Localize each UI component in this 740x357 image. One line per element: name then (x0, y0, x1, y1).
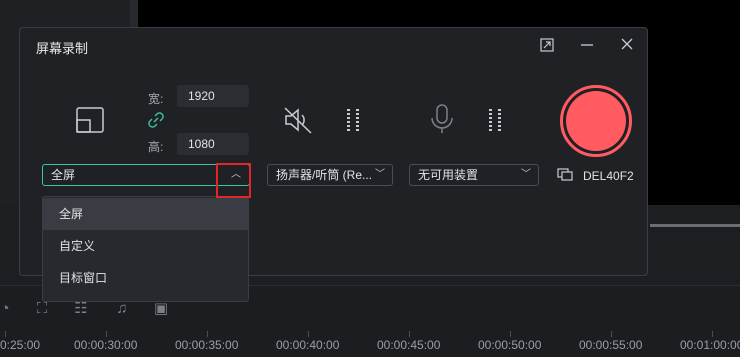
timecode-label: 0:25:00 (0, 338, 41, 352)
timecode-label: 00:01:00:00 (680, 338, 740, 352)
speaker-level-icon (347, 109, 359, 131)
close-icon[interactable] (617, 36, 637, 54)
chevron-down-icon[interactable]: ﹀ (521, 165, 531, 185)
height-input[interactable]: 1080 (177, 133, 249, 155)
progress-line (650, 224, 740, 227)
microphone-value: 无可用装置 (418, 168, 479, 182)
microphone-dropdown[interactable]: 无可用装置 ﹀ (409, 164, 539, 186)
keyframe-icon[interactable]: ▣ (150, 300, 172, 318)
ruler-tick (308, 331, 309, 337)
chevron-down-icon[interactable]: ﹀ (375, 165, 385, 185)
ruler-tick (712, 331, 713, 337)
ruler-tick (409, 331, 410, 337)
height-label: 高: (148, 140, 164, 154)
monitor-icon (557, 168, 573, 182)
timecode-label: 00:00:45:00 (377, 338, 441, 352)
microphone-icon[interactable] (428, 103, 456, 135)
ruler-tick (207, 331, 208, 337)
timecode-label: 00:00:55:00 (579, 338, 643, 352)
timecode-label: 00:00:30:00 (74, 338, 138, 352)
speaker-value: 扬声器/听筒 (Re... (276, 168, 373, 182)
timecode-label: 00:00:40:00 (276, 338, 340, 352)
speaker-dropdown[interactable]: 扬声器/听筒 (Re... ﹀ (267, 164, 393, 186)
timecode-label: 00:00:50:00 (478, 338, 542, 352)
width-label: 宽: (148, 92, 164, 106)
crop-icon[interactable]: ⛶ (31, 300, 53, 318)
region-select-icon[interactable] (76, 107, 104, 133)
speaker-muted-icon[interactable] (282, 104, 314, 136)
dialog-title: 屏幕录制 (36, 41, 89, 56)
expand-icon[interactable] (537, 36, 557, 54)
ruler-tick (5, 331, 6, 337)
menu-item-custom[interactable]: 自定义 (43, 230, 248, 262)
width-input[interactable]: 1920 (177, 85, 249, 107)
audio-icon[interactable]: ♫ (111, 300, 133, 318)
mic-level-icon (489, 109, 501, 131)
menu-item-fullscreen[interactable]: 全屏 (43, 198, 248, 230)
link-icon[interactable] (148, 112, 164, 128)
ruler-tick (106, 331, 107, 337)
screen-mode-value: 全屏 (51, 168, 76, 182)
ruler-tick (611, 331, 612, 337)
speed-icon[interactable]: ◔ (0, 300, 16, 318)
menu-item-target-window[interactable]: 目标窗口 (43, 262, 248, 294)
display-name: DEL40F2 (583, 169, 634, 183)
timecode-label: 00:00:35:00 (175, 338, 239, 352)
record-button-core[interactable] (566, 91, 626, 151)
minimize-icon[interactable] (577, 36, 597, 54)
adjust-icon[interactable]: ☷ (70, 300, 92, 318)
highlight-box (216, 163, 251, 198)
ruler-tick (510, 331, 511, 337)
